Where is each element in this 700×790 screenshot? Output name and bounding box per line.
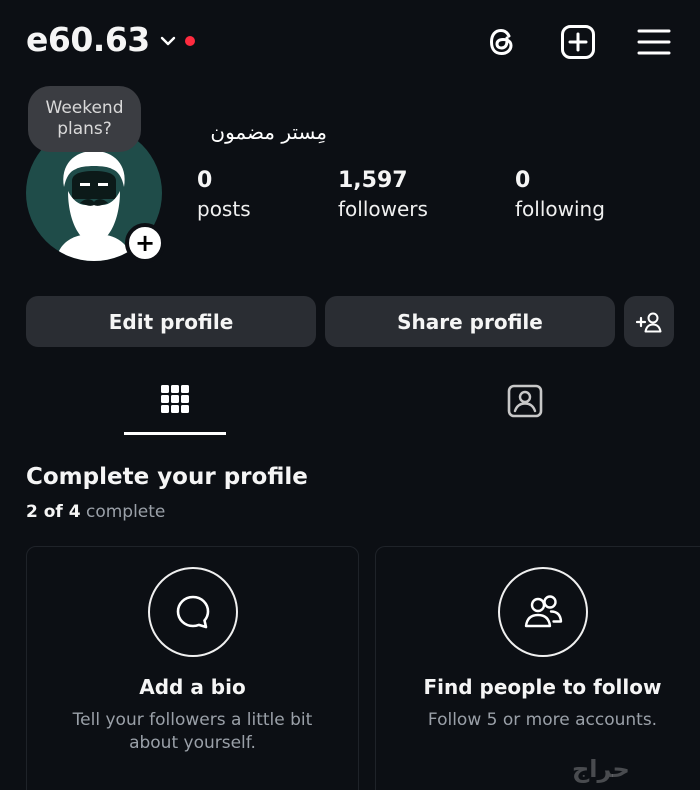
stat-label: followers — [338, 197, 428, 221]
tab-tagged[interactable] — [470, 378, 580, 428]
find-people-card[interactable]: Find people to follow Follow 5 or more a… — [375, 546, 700, 790]
top-bar: e60.63 — [26, 18, 674, 64]
stat-followers[interactable]: 1,597 followers — [338, 168, 428, 221]
stat-label: following — [515, 197, 605, 221]
card-description: Tell your followers a little bit about y… — [72, 710, 313, 753]
add-person-icon — [636, 312, 662, 332]
stat-value: 0 — [515, 168, 531, 193]
menu-icon[interactable] — [634, 22, 674, 62]
card-description: Follow 5 or more accounts. — [427, 710, 658, 730]
complete-profile-title: Complete your profile — [26, 464, 308, 490]
card-title: Add a bio — [139, 675, 246, 699]
stat-value: 0 — [197, 168, 213, 193]
card-icon-circle — [148, 567, 238, 657]
people-icon — [524, 595, 563, 628]
add-bio-card[interactable]: Add a bio Tell your followers a little b… — [26, 546, 359, 790]
speech-bubble-icon — [176, 595, 210, 629]
chevron-down-icon — [160, 32, 176, 51]
card-icon-circle — [498, 567, 588, 657]
tagged-icon — [507, 384, 543, 418]
display-name: مِستر مضمون — [210, 120, 327, 144]
tab-posts-grid[interactable] — [120, 378, 230, 428]
create-icon[interactable] — [558, 22, 598, 62]
threads-icon[interactable] — [482, 22, 522, 62]
share-profile-button[interactable]: Share profile — [325, 296, 615, 347]
notification-dot — [184, 35, 195, 46]
stat-value: 1,597 — [338, 168, 408, 193]
stat-following[interactable]: 0 following — [515, 168, 605, 221]
add-story-icon[interactable]: + — [125, 223, 165, 263]
stat-posts[interactable]: 0 posts — [197, 168, 251, 221]
edit-profile-button[interactable]: Edit profile — [26, 296, 316, 347]
watermark-logo: حراج — [572, 755, 630, 783]
stat-label: posts — [197, 197, 251, 221]
discover-people-button[interactable] — [624, 296, 674, 347]
progress-count: 2 of 4 — [26, 502, 81, 522]
account-switcher[interactable]: e60.63 — [26, 20, 195, 59]
username: e60.63 — [26, 20, 150, 59]
note-bubble[interactable]: Weekend plans? — [28, 86, 141, 152]
progress-suffix: complete — [85, 502, 166, 522]
profile-screen: e60.63 Weekend plans? + مِستر مضمون 0 po… — [0, 0, 700, 790]
grid-icon — [161, 385, 189, 413]
card-title: Find people to follow — [423, 675, 662, 699]
active-tab-indicator — [124, 432, 226, 435]
complete-profile-progress: 2 of 4 complete — [26, 502, 165, 522]
